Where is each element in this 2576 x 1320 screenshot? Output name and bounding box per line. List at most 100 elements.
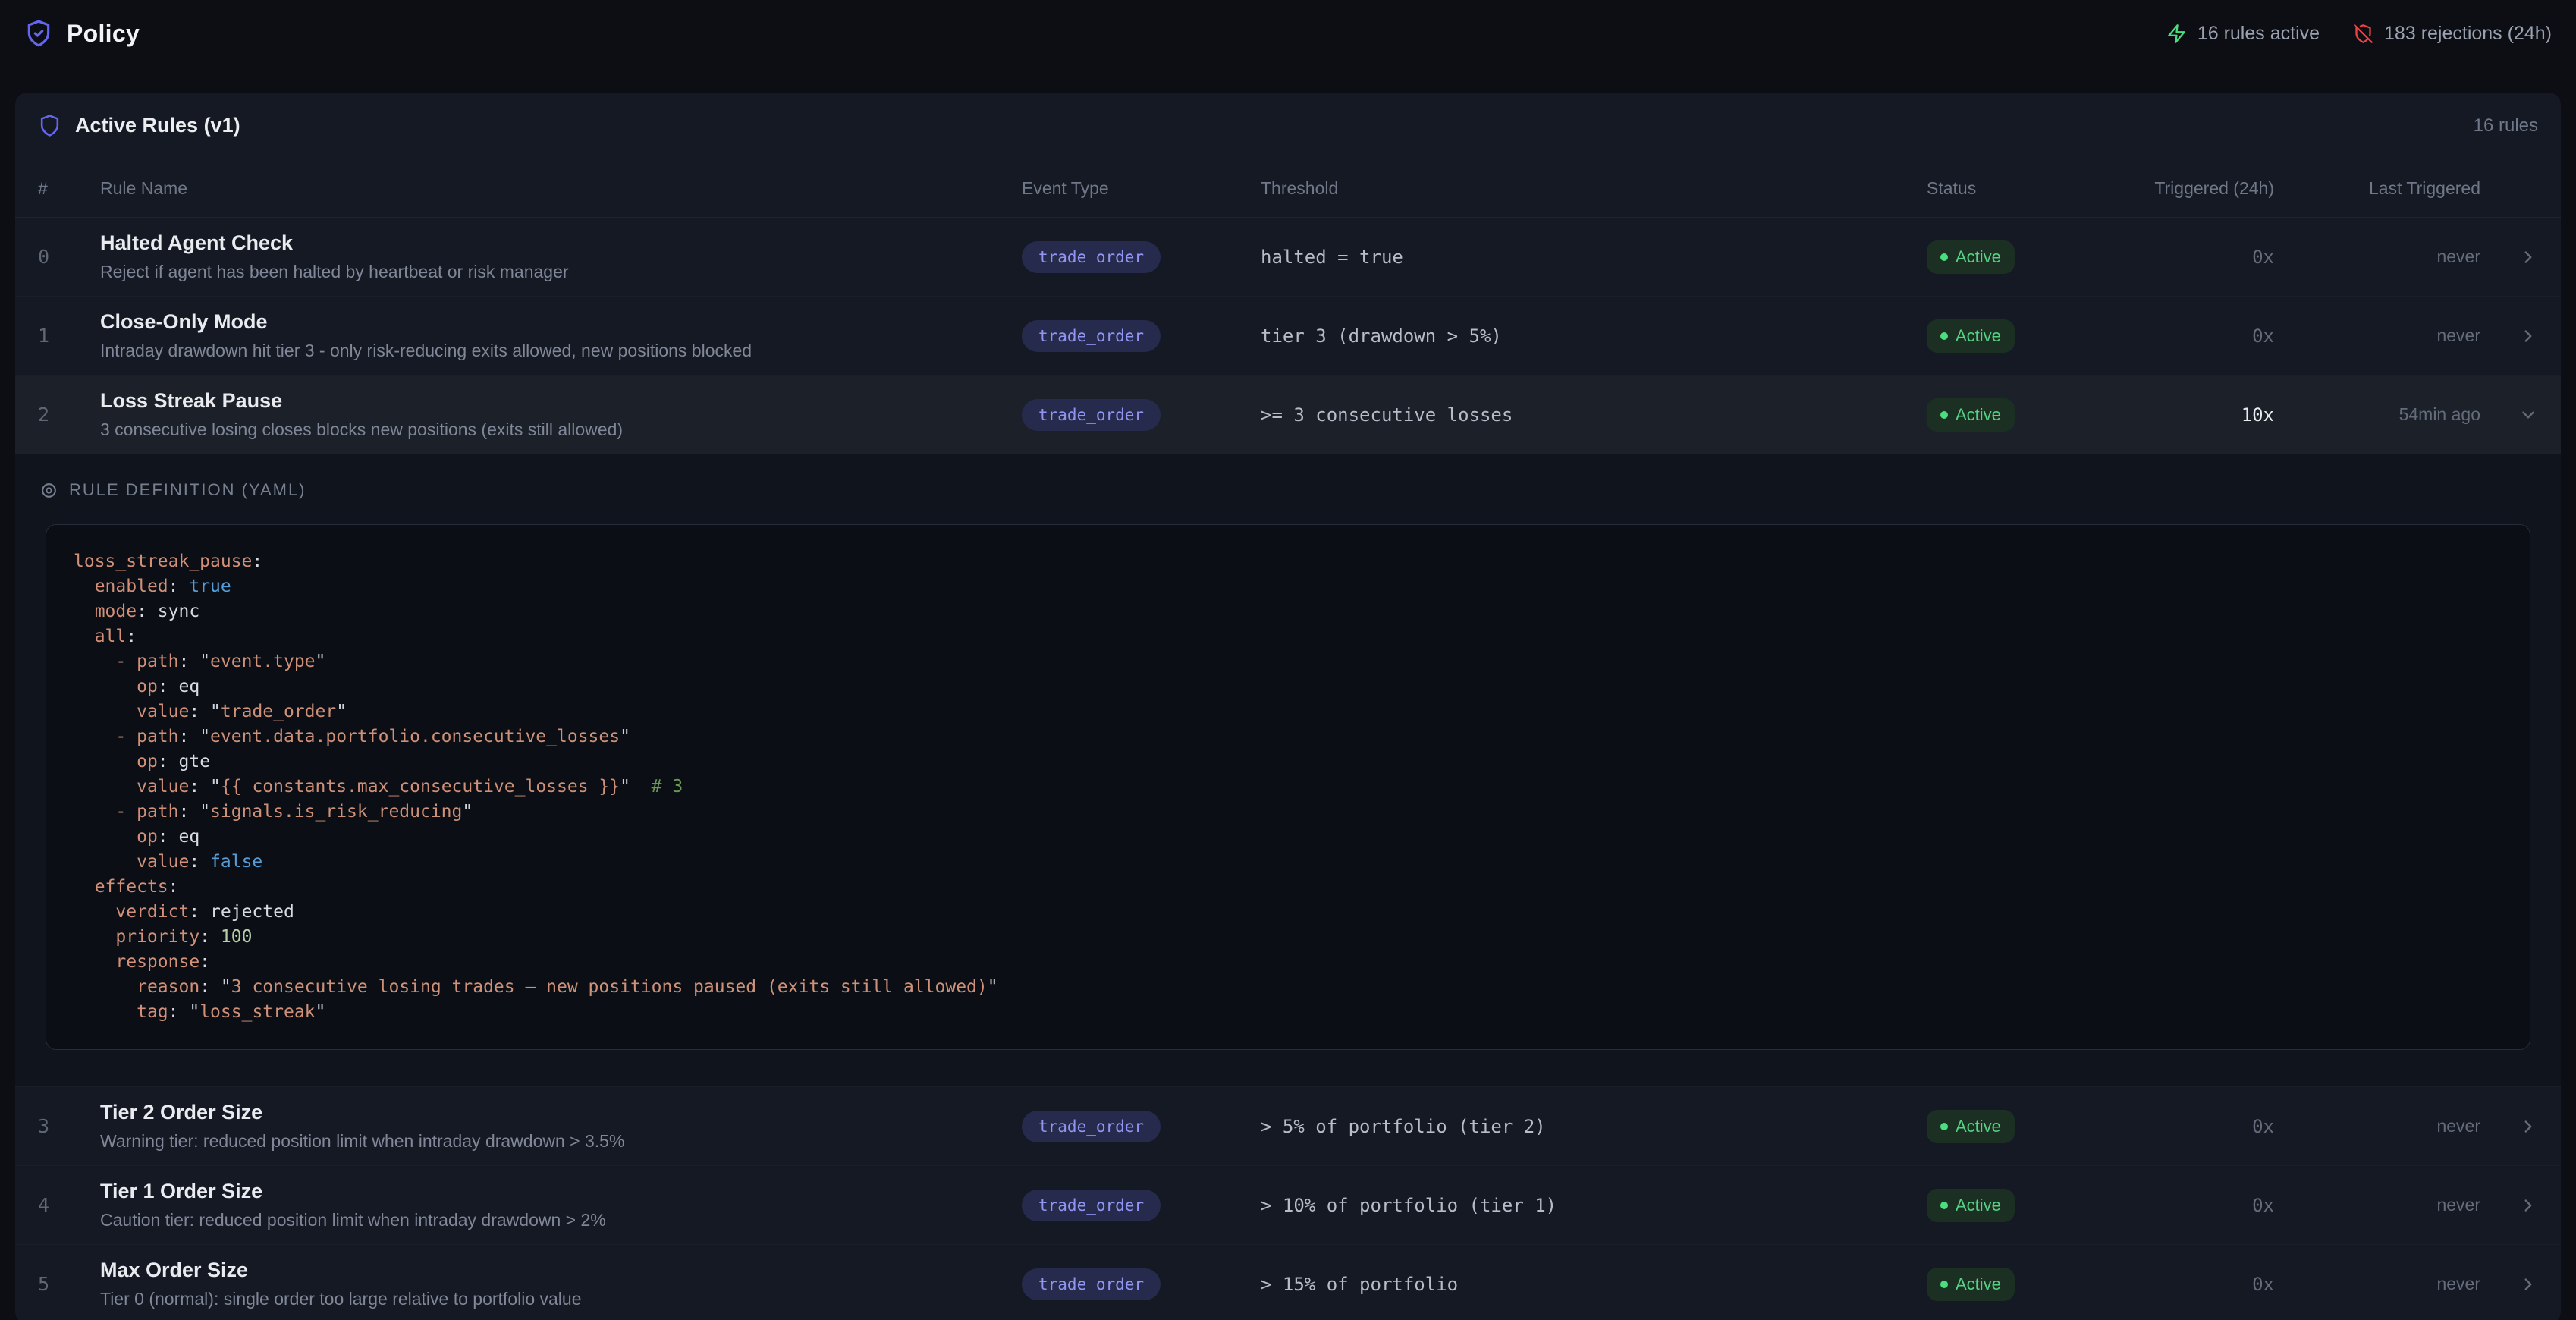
rule-index: 5 bbox=[38, 1273, 100, 1295]
threshold-value: > 10% of portfolio (tier 1) bbox=[1261, 1195, 1927, 1216]
status-cell: Active bbox=[1927, 1189, 2122, 1222]
chevron-right-icon[interactable] bbox=[2480, 1117, 2538, 1136]
page-title: Policy bbox=[67, 20, 140, 48]
yaml-line: mode: sync bbox=[74, 599, 2502, 624]
status-label: Active bbox=[1956, 1196, 2001, 1215]
rule-name-cell: Max Order Size Tier 0 (normal): single or… bbox=[100, 1259, 1022, 1309]
event-type-cell: trade_order bbox=[1022, 241, 1261, 273]
rule-index: 4 bbox=[38, 1194, 100, 1216]
last-triggered: never bbox=[2274, 247, 2480, 267]
status-dot-icon bbox=[1940, 411, 1948, 419]
threshold-value: halted = true bbox=[1261, 247, 1927, 268]
status-label: Active bbox=[1956, 1117, 2001, 1136]
last-triggered: never bbox=[2274, 1195, 2480, 1215]
yaml-line: op: gte bbox=[74, 750, 2502, 775]
status-cell: Active bbox=[1927, 398, 2122, 432]
yaml-line: enabled: true bbox=[74, 574, 2502, 599]
threshold-value: >= 3 consecutive losses bbox=[1261, 404, 1927, 426]
triggered-count: 0x bbox=[2122, 325, 2274, 347]
rejections-indicator: 183 rejections (24h) bbox=[2353, 23, 2552, 45]
rule-description: Intraday drawdown hit tier 3 - only risk… bbox=[100, 341, 999, 361]
rule-name-cell: Close-Only Mode Intraday drawdown hit tie… bbox=[100, 310, 1022, 361]
rule-index: 2 bbox=[38, 404, 100, 426]
triggered-count: 0x bbox=[2122, 247, 2274, 268]
target-icon bbox=[39, 481, 58, 500]
status-cell: Active bbox=[1927, 1268, 2122, 1301]
col-header-index: # bbox=[38, 178, 100, 199]
status-badge: Active bbox=[1927, 398, 2015, 432]
triggered-count: 0x bbox=[2122, 1274, 2274, 1295]
rule-name: Close-Only Mode bbox=[100, 310, 999, 334]
status-label: Active bbox=[1956, 326, 2001, 346]
last-triggered: 54min ago bbox=[2274, 404, 2480, 425]
rule-description: 3 consecutive losing closes blocks new p… bbox=[100, 420, 999, 440]
event-type-cell: trade_order bbox=[1022, 320, 1261, 352]
status-badge: Active bbox=[1927, 1110, 2015, 1143]
chevron-right-icon[interactable] bbox=[2480, 326, 2538, 346]
chevron-right-icon[interactable] bbox=[2480, 1196, 2538, 1215]
table-row[interactable]: 1Close-Only ModeIntraday drawdown hit ti… bbox=[15, 297, 2561, 376]
yaml-line: priority: 100 bbox=[74, 925, 2502, 950]
chevron-right-icon[interactable] bbox=[2480, 1274, 2538, 1294]
yaml-line: - path: "event.type" bbox=[74, 649, 2502, 674]
yaml-line: value: "{{ constants.max_consecutive_los… bbox=[74, 775, 2502, 800]
table-row[interactable]: 2Loss Streak Pause 3 consecutive losing c… bbox=[15, 376, 2561, 454]
rule-description: Tier 0 (normal): single order too large … bbox=[100, 1289, 999, 1309]
rule-index: 3 bbox=[38, 1115, 100, 1137]
yaml-line: value: "trade_order" bbox=[74, 699, 2502, 724]
shield-icon bbox=[38, 114, 61, 137]
rule-name-cell: Tier 1 Order Size Caution tier: reduced p… bbox=[100, 1180, 1022, 1230]
status-dot-icon bbox=[1940, 253, 1948, 261]
threshold-value: > 15% of portfolio bbox=[1261, 1274, 1927, 1295]
event-type-cell: trade_order bbox=[1022, 1268, 1261, 1300]
event-type-badge: trade_order bbox=[1022, 399, 1161, 431]
active-rules-panel: Active Rules (v1) 16 rules # Rule Name E… bbox=[15, 93, 2561, 1320]
yaml-line: verdict: rejected bbox=[74, 900, 2502, 925]
chevron-down-icon[interactable] bbox=[2480, 405, 2538, 425]
panel-header: Active Rules (v1) 16 rules bbox=[15, 93, 2561, 159]
yaml-line: op: eq bbox=[74, 825, 2502, 850]
rule-name: Tier 2 Order Size bbox=[100, 1101, 999, 1124]
status-label: Active bbox=[1956, 1274, 2001, 1294]
rule-definition-section: RULE DEFINITION (YAML) loss_streak_pause:… bbox=[15, 454, 2561, 1087]
table-row[interactable]: 5Max Order Size Tier 0 (normal): single o… bbox=[15, 1245, 2561, 1320]
chevron-right-icon[interactable] bbox=[2480, 247, 2538, 267]
yaml-line: - path: "signals.is_risk_reducing" bbox=[74, 800, 2502, 825]
table-row[interactable]: 3Tier 2 Order Size Warning tier: reduced … bbox=[15, 1087, 2561, 1166]
threshold-value: tier 3 (drawdown > 5%) bbox=[1261, 325, 1927, 347]
table-row[interactable]: 4Tier 1 Order Size Caution tier: reduced … bbox=[15, 1166, 2561, 1245]
event-type-cell: trade_order bbox=[1022, 1190, 1261, 1221]
last-triggered: never bbox=[2274, 325, 2480, 346]
rules-table-body: 0Halted Agent CheckReject if agent has b… bbox=[15, 218, 2561, 1320]
rule-description: Reject if agent has been halted by heart… bbox=[100, 262, 999, 282]
yaml-line: loss_streak_pause: bbox=[74, 549, 2502, 574]
table-row[interactable]: 0Halted Agent CheckReject if agent has b… bbox=[15, 218, 2561, 297]
event-type-badge: trade_order bbox=[1022, 320, 1161, 352]
status-label: Active bbox=[1956, 247, 2001, 267]
event-type-badge: trade_order bbox=[1022, 1111, 1161, 1142]
zap-icon bbox=[2166, 24, 2187, 44]
rule-description: Warning tier: reduced position limit whe… bbox=[100, 1131, 999, 1152]
rule-name-cell: Loss Streak Pause 3 consecutive losing cl… bbox=[100, 389, 1022, 440]
event-type-badge: trade_order bbox=[1022, 241, 1161, 273]
col-header-status: Status bbox=[1927, 178, 2122, 199]
triggered-count: 0x bbox=[2122, 1116, 2274, 1137]
rule-name-cell: Tier 2 Order Size Warning tier: reduced p… bbox=[100, 1101, 1022, 1152]
rule-name: Loss Streak Pause bbox=[100, 389, 999, 413]
col-header-rule-name: Rule Name bbox=[100, 178, 1022, 199]
status-dot-icon bbox=[1940, 1202, 1948, 1209]
threshold-value: > 5% of portfolio (tier 2) bbox=[1261, 1116, 1927, 1137]
rule-description: Caution tier: reduced position limit whe… bbox=[100, 1210, 999, 1230]
rule-index: 0 bbox=[38, 246, 100, 268]
rule-name: Max Order Size bbox=[100, 1259, 999, 1282]
rule-definition-label: RULE DEFINITION (YAML) bbox=[39, 480, 2530, 500]
rule-count-label: 16 rules bbox=[2474, 115, 2538, 137]
rule-definition-title: RULE DEFINITION (YAML) bbox=[69, 480, 306, 500]
last-triggered: never bbox=[2274, 1274, 2480, 1294]
status-dot-icon bbox=[1940, 332, 1948, 340]
yaml-line: op: eq bbox=[74, 674, 2502, 699]
rule-name: Tier 1 Order Size bbox=[100, 1180, 999, 1203]
rule-name-cell: Halted Agent CheckReject if agent has be… bbox=[100, 231, 1022, 282]
status-label: Active bbox=[1956, 405, 2001, 425]
page-header: Policy 16 rules active 183 rejections (2… bbox=[0, 0, 2576, 67]
